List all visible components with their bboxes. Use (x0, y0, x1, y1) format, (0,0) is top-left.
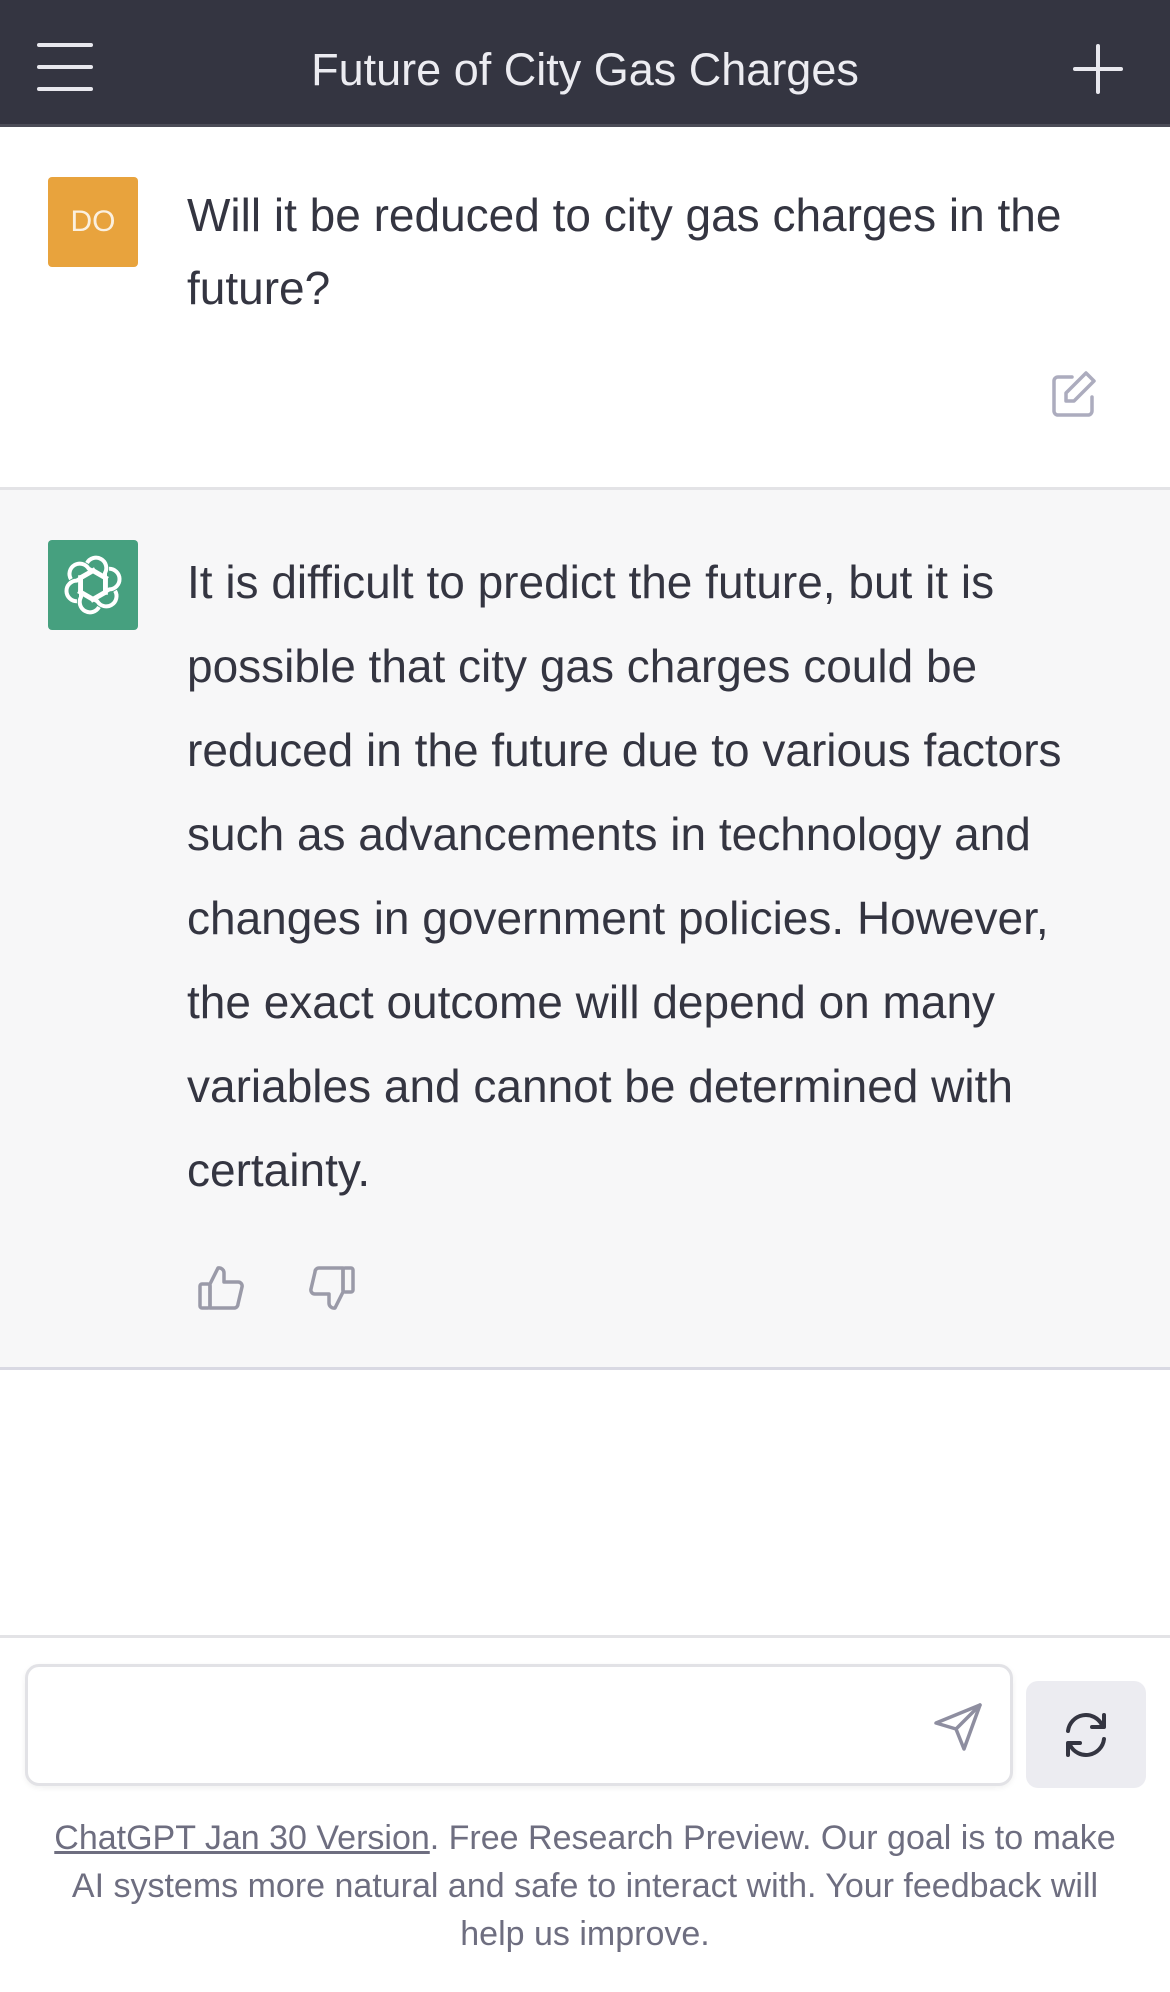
thumbs-down-icon[interactable] (303, 1260, 359, 1316)
footer-disclaimer: ChatGPT Jan 30 Version. Free Research Pr… (40, 1814, 1130, 1958)
message-input[interactable] (52, 1687, 896, 1765)
menu-line (37, 87, 93, 91)
thumbs-up-icon[interactable] (194, 1260, 250, 1316)
conversation-title: Future of City Gas Charges (311, 44, 859, 95)
assistant-message: It is difficult to predict the future, b… (0, 490, 1170, 1370)
user-message-text: Will it be reduced to city gas charges i… (187, 189, 1062, 314)
assistant-message-text: It is difficult to predict the future, b… (187, 556, 1062, 1196)
refresh-icon (1066, 1713, 1106, 1757)
menu-line (37, 65, 93, 69)
plus-icon[interactable] (1065, 36, 1131, 102)
send-icon[interactable] (928, 1697, 988, 1757)
edit-icon[interactable] (1046, 367, 1102, 423)
menu-line (37, 43, 93, 47)
regenerate-button[interactable] (1026, 1681, 1146, 1788)
openai-logo-icon (48, 540, 138, 630)
message-input-box[interactable] (25, 1664, 1013, 1786)
composer-area: ChatGPT Jan 30 Version. Free Research Pr… (0, 1635, 1170, 1992)
top-nav-bar: Future of City Gas Charges (0, 0, 1170, 127)
version-link[interactable]: ChatGPT Jan 30 Version (54, 1819, 429, 1857)
user-message: DO Will it be reduced to city gas charge… (0, 127, 1170, 490)
user-avatar: DO (48, 177, 138, 267)
hamburger-menu-icon[interactable] (30, 36, 100, 98)
